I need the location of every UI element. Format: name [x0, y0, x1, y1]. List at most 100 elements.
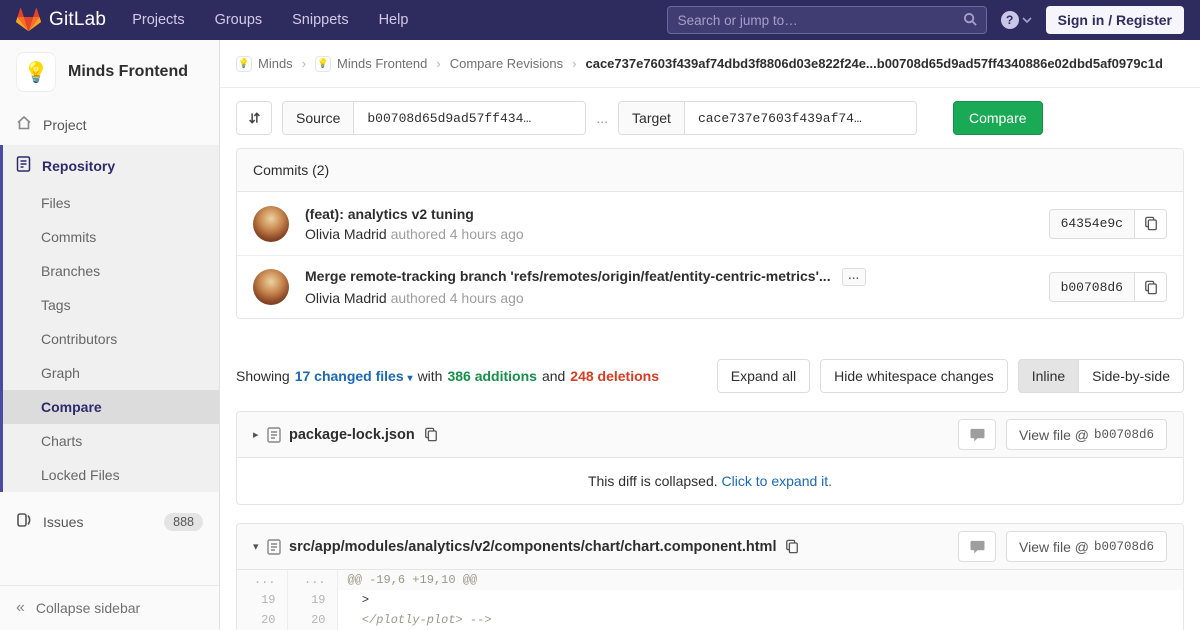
- project-header[interactable]: 💡 Minds Frontend: [0, 40, 219, 104]
- breadcrumb: 💡 Minds › 💡 Minds Frontend › Compare Rev…: [220, 40, 1200, 88]
- new-line-number[interactable]: 20: [287, 610, 337, 630]
- author-avatar[interactable]: [253, 269, 289, 305]
- nav-snippets[interactable]: Snippets: [292, 12, 348, 28]
- main-nav: Projects Groups Snippets Help: [132, 12, 408, 28]
- commit-meta-text: authored 4 hours ago: [391, 226, 524, 242]
- breadcrumb-page-label: Compare Revisions: [450, 56, 563, 71]
- diff-view-toggle: Inline Side-by-side: [1018, 359, 1184, 393]
- collapse-sidebar-button[interactable]: « Collapse sidebar: [0, 585, 219, 630]
- sidebar-item-branches[interactable]: Branches: [3, 254, 219, 288]
- copy-file-path-button[interactable]: [785, 539, 799, 554]
- commit-title-text: Merge remote-tracking branch 'refs/remot…: [305, 268, 831, 284]
- toggle-comments-button[interactable]: [958, 531, 996, 562]
- breadcrumb-project[interactable]: 💡 Minds Frontend: [315, 56, 427, 72]
- sidebar-item-repository[interactable]: Repository: [3, 145, 219, 186]
- file-name-link[interactable]: src/app/modules/analytics/v2/components/…: [289, 539, 776, 555]
- breadcrumb-group[interactable]: 💡 Minds: [236, 56, 293, 72]
- copy-icon: [424, 427, 438, 442]
- expand-diff-link[interactable]: Click to expand it.: [722, 473, 833, 489]
- project-avatar: 💡: [16, 52, 56, 92]
- search-icon[interactable]: [963, 12, 978, 30]
- source-label: Source: [282, 101, 354, 135]
- nav-groups[interactable]: Groups: [215, 12, 263, 28]
- help-menu[interactable]: ?: [1001, 11, 1032, 29]
- gitlab-logo[interactable]: GitLab: [16, 8, 106, 32]
- commit-sha-link[interactable]: b00708d6: [1049, 272, 1135, 302]
- diff-hunk-row: ... ... @@ -19,6 +19,10 @@: [237, 570, 1183, 590]
- sidebar-item-graph[interactable]: Graph: [3, 356, 219, 390]
- commits-panel: Commits (2) (feat): analytics v2 tuning …: [236, 148, 1184, 319]
- deletions-count: 248 deletions: [570, 368, 659, 384]
- sidebar-item-commits[interactable]: Commits: [3, 220, 219, 254]
- expand-all-button[interactable]: Expand all: [717, 359, 810, 393]
- copy-sha-button[interactable]: [1135, 272, 1167, 302]
- old-line-number[interactable]: 19: [237, 590, 287, 610]
- file-diff-panel: ▸ package-lock.json View file @ b00708d6: [236, 411, 1184, 505]
- search-input[interactable]: [667, 6, 987, 34]
- diff-code-line: </plotly-plot> -->: [337, 610, 1183, 630]
- file-name-link[interactable]: package-lock.json: [289, 427, 415, 443]
- project-avatar-small: 💡: [315, 56, 331, 72]
- diff-code-line: >: [337, 590, 1183, 610]
- sign-in-button[interactable]: Sign in / Register: [1046, 6, 1184, 34]
- file-icon: [267, 427, 281, 443]
- group-avatar: 💡: [236, 56, 252, 72]
- collapse-caret-icon[interactable]: ▸: [253, 428, 267, 441]
- swap-revisions-button[interactable]: [236, 101, 272, 135]
- toggle-comments-button[interactable]: [958, 419, 996, 450]
- side-by-side-view-button[interactable]: Side-by-side: [1079, 359, 1184, 393]
- file-header: ▸ package-lock.json View file @ b00708d6: [237, 412, 1183, 458]
- commit-author-link[interactable]: Olivia Madrid: [305, 290, 387, 306]
- sidebar-item-tags[interactable]: Tags: [3, 288, 219, 322]
- changed-files-dropdown[interactable]: 17 changed files ▾: [295, 368, 413, 384]
- view-file-button[interactable]: View file @ b00708d6: [1006, 419, 1167, 450]
- document-icon: [16, 156, 31, 175]
- copy-sha-button[interactable]: [1135, 209, 1167, 239]
- question-icon: ?: [1001, 11, 1019, 29]
- sidebar-item-project[interactable]: Project: [0, 104, 219, 145]
- additions-count: 386 additions: [447, 368, 536, 384]
- compare-form: Source b00708d65d9ad57ff434… ... Target …: [236, 101, 1184, 135]
- commit-row: Merge remote-tracking branch 'refs/remot…: [237, 255, 1183, 318]
- commit-sha-link[interactable]: 64354e9c: [1049, 209, 1135, 239]
- breadcrumb-project-label: Minds Frontend: [337, 56, 427, 71]
- sidebar-item-compare[interactable]: Compare: [3, 390, 219, 424]
- view-file-button[interactable]: View file @ b00708d6: [1006, 531, 1167, 562]
- copy-icon: [785, 539, 799, 554]
- hide-whitespace-button[interactable]: Hide whitespace changes: [820, 359, 1008, 393]
- sidebar-item-charts[interactable]: Charts: [3, 424, 219, 458]
- author-avatar[interactable]: [253, 206, 289, 242]
- toggle-commit-description-button[interactable]: ...: [842, 268, 865, 286]
- swap-icon: [247, 110, 262, 126]
- commits-header: Commits (2): [237, 149, 1183, 192]
- commit-title-link[interactable]: Merge remote-tracking branch 'refs/remot…: [305, 268, 1049, 286]
- file-diff-panel: ▾ src/app/modules/analytics/v2/component…: [236, 523, 1184, 630]
- commit-author-link[interactable]: Olivia Madrid: [305, 226, 387, 242]
- repository-section: Repository Files Commits Branches Tags C…: [0, 145, 219, 492]
- and-label: and: [542, 368, 565, 384]
- inline-view-button[interactable]: Inline: [1018, 359, 1079, 393]
- sidebar-item-issues[interactable]: Issues 888: [0, 500, 219, 543]
- showing-label: Showing: [236, 368, 290, 384]
- compare-button[interactable]: Compare: [953, 101, 1043, 135]
- collapse-caret-icon[interactable]: ▾: [253, 540, 267, 553]
- breadcrumb-page[interactable]: Compare Revisions: [450, 56, 563, 71]
- target-label: Target: [618, 101, 685, 135]
- new-line-number[interactable]: 19: [287, 590, 337, 610]
- source-ref-dropdown[interactable]: b00708d65d9ad57ff434…: [354, 101, 586, 135]
- target-ref-group: Target cace737e7603f439af74…: [618, 101, 917, 135]
- target-ref-dropdown[interactable]: cace737e7603f439af74…: [685, 101, 917, 135]
- sidebar-item-contributors[interactable]: Contributors: [3, 322, 219, 356]
- sidebar-item-locked-files[interactable]: Locked Files: [3, 458, 219, 492]
- copy-file-path-button[interactable]: [424, 427, 438, 442]
- sidebar-item-label: Repository: [42, 158, 115, 174]
- tanuki-icon: [16, 8, 41, 32]
- collapse-icon: «: [16, 599, 25, 617]
- sidebar-item-files[interactable]: Files: [3, 186, 219, 220]
- nav-help[interactable]: Help: [379, 12, 409, 28]
- commit-title-link[interactable]: (feat): analytics v2 tuning: [305, 206, 1049, 222]
- view-file-sha: b00708d6: [1094, 428, 1154, 442]
- nav-projects[interactable]: Projects: [132, 12, 184, 28]
- issues-icon: [16, 512, 32, 531]
- old-line-number[interactable]: 20: [237, 610, 287, 630]
